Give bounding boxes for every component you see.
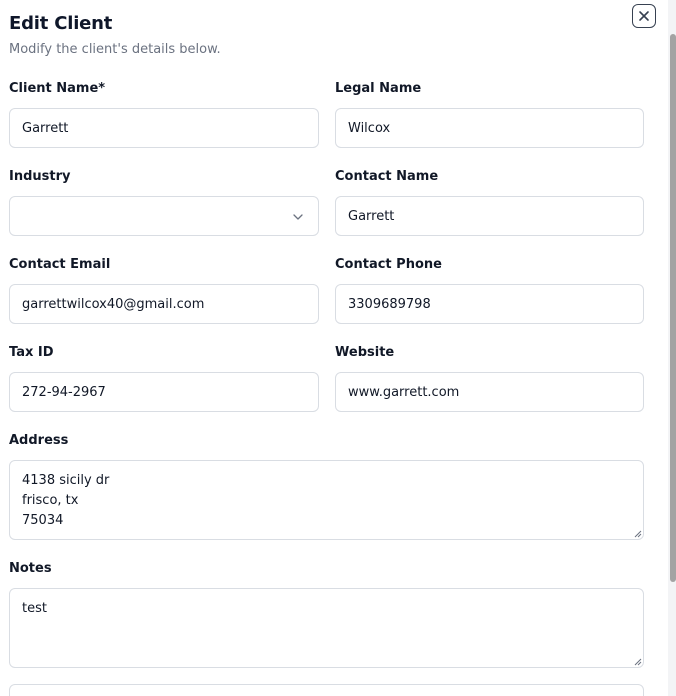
contact-phone-label: Contact Phone xyxy=(335,257,442,272)
next-field-partial[interactable] xyxy=(9,684,644,696)
client-name-label: Client Name* xyxy=(9,81,106,96)
dialog-subtitle: Modify the client's details below. xyxy=(9,42,221,57)
notes-textarea[interactable]: test xyxy=(9,588,644,668)
close-button[interactable] xyxy=(632,4,656,28)
edit-client-dialog: Edit Client Modify the client's details … xyxy=(0,0,668,696)
resize-grip-icon[interactable] xyxy=(633,529,642,538)
contact-phone-input[interactable]: 3309689798 xyxy=(335,284,644,324)
address-textarea[interactable]: 4138 sicily dr frisco, tx 75034 xyxy=(9,460,644,540)
tax-id-input[interactable]: 272-94-2967 xyxy=(9,372,319,412)
notes-text: test xyxy=(22,601,47,616)
client-name-input[interactable]: Garrett xyxy=(9,108,319,148)
close-icon xyxy=(639,11,649,21)
website-label: Website xyxy=(335,345,395,360)
notes-label: Notes xyxy=(9,561,52,576)
website-input[interactable]: www.garrett.com xyxy=(335,372,644,412)
scrollbar-thumb[interactable] xyxy=(670,34,676,582)
legal-name-input[interactable]: Wilcox xyxy=(335,108,644,148)
contact-email-input[interactable]: garrettwilcox40@gmail.com xyxy=(9,284,319,324)
contact-name-label: Contact Name xyxy=(335,169,439,184)
contact-email-label: Contact Email xyxy=(9,257,111,272)
contact-name-input[interactable]: Garrett xyxy=(335,196,644,236)
address-text: 4138 sicily dr frisco, tx 75034 xyxy=(22,473,110,528)
chevron-down-icon xyxy=(293,214,303,220)
dialog-title: Edit Client xyxy=(9,13,113,34)
tax-id-label: Tax ID xyxy=(9,345,54,360)
industry-select[interactable] xyxy=(9,196,319,236)
legal-name-label: Legal Name xyxy=(335,81,422,96)
address-label: Address xyxy=(9,433,69,448)
resize-grip-icon[interactable] xyxy=(633,657,642,666)
industry-label: Industry xyxy=(9,169,71,184)
